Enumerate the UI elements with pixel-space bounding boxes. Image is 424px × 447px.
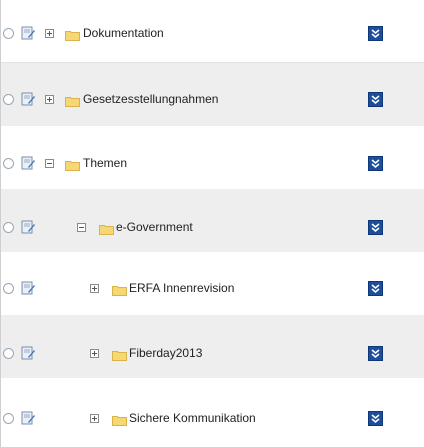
item-menu-button[interactable] <box>368 92 383 107</box>
select-radio[interactable] <box>3 283 14 294</box>
expand-plus-icon[interactable] <box>45 29 54 38</box>
tree-item-label[interactable]: Dokumentation <box>83 26 164 40</box>
tree-item-label[interactable]: Gesetzesstellungnahmen <box>83 92 218 106</box>
tree-row[interactable]: Sichere Kommunikation <box>1 378 424 447</box>
collapse-minus-icon[interactable] <box>77 223 86 232</box>
expand-plus-icon[interactable] <box>90 414 99 423</box>
item-menu-button[interactable] <box>368 281 383 296</box>
folder-icon <box>65 28 80 41</box>
select-radio[interactable] <box>3 94 14 105</box>
item-menu-button[interactable] <box>368 346 383 361</box>
tree-item-label[interactable]: Fiberday2013 <box>129 346 202 360</box>
folder-icon <box>112 413 127 426</box>
edit-page-icon[interactable] <box>21 346 35 360</box>
tree-row[interactable]: Dokumentation <box>1 0 424 63</box>
edit-page-icon[interactable] <box>21 411 35 425</box>
select-radio[interactable] <box>3 158 14 169</box>
select-radio[interactable] <box>3 413 14 424</box>
tree-row[interactable]: Themen <box>1 126 424 189</box>
collapse-minus-icon[interactable] <box>45 159 54 168</box>
expand-plus-icon[interactable] <box>45 95 54 104</box>
select-radio[interactable] <box>3 28 14 39</box>
tree-item-label[interactable]: e-Government <box>116 220 193 234</box>
edit-page-icon[interactable] <box>21 92 35 106</box>
edit-page-icon[interactable] <box>21 156 35 170</box>
tree-row[interactable]: ERFA Innenrevision <box>1 252 424 315</box>
item-menu-button[interactable] <box>368 156 383 171</box>
edit-page-icon[interactable] <box>21 220 35 234</box>
tree-item-label[interactable]: Sichere Kommunikation <box>129 411 256 425</box>
folder-icon <box>65 158 80 171</box>
expand-plus-icon[interactable] <box>90 284 99 293</box>
tree-row[interactable]: e-Government <box>1 189 424 252</box>
folder-icon <box>99 222 114 235</box>
edit-page-icon[interactable] <box>21 26 35 40</box>
select-radio[interactable] <box>3 222 14 233</box>
tree-item-label[interactable]: ERFA Innenrevision <box>129 281 234 295</box>
select-radio[interactable] <box>3 348 14 359</box>
folder-icon <box>112 283 127 296</box>
expand-plus-icon[interactable] <box>90 349 99 358</box>
folder-icon <box>65 94 80 107</box>
folder-tree: Dokumentation Gesetzesstellungnahmen The… <box>0 0 424 447</box>
tree-row[interactable]: Gesetzesstellungnahmen <box>1 63 424 126</box>
item-menu-button[interactable] <box>368 411 383 426</box>
item-menu-button[interactable] <box>368 220 383 235</box>
tree-row[interactable]: Fiberday2013 <box>1 315 424 378</box>
edit-page-icon[interactable] <box>21 281 35 295</box>
item-menu-button[interactable] <box>368 26 383 41</box>
folder-icon <box>112 348 127 361</box>
tree-item-label[interactable]: Themen <box>83 156 127 170</box>
